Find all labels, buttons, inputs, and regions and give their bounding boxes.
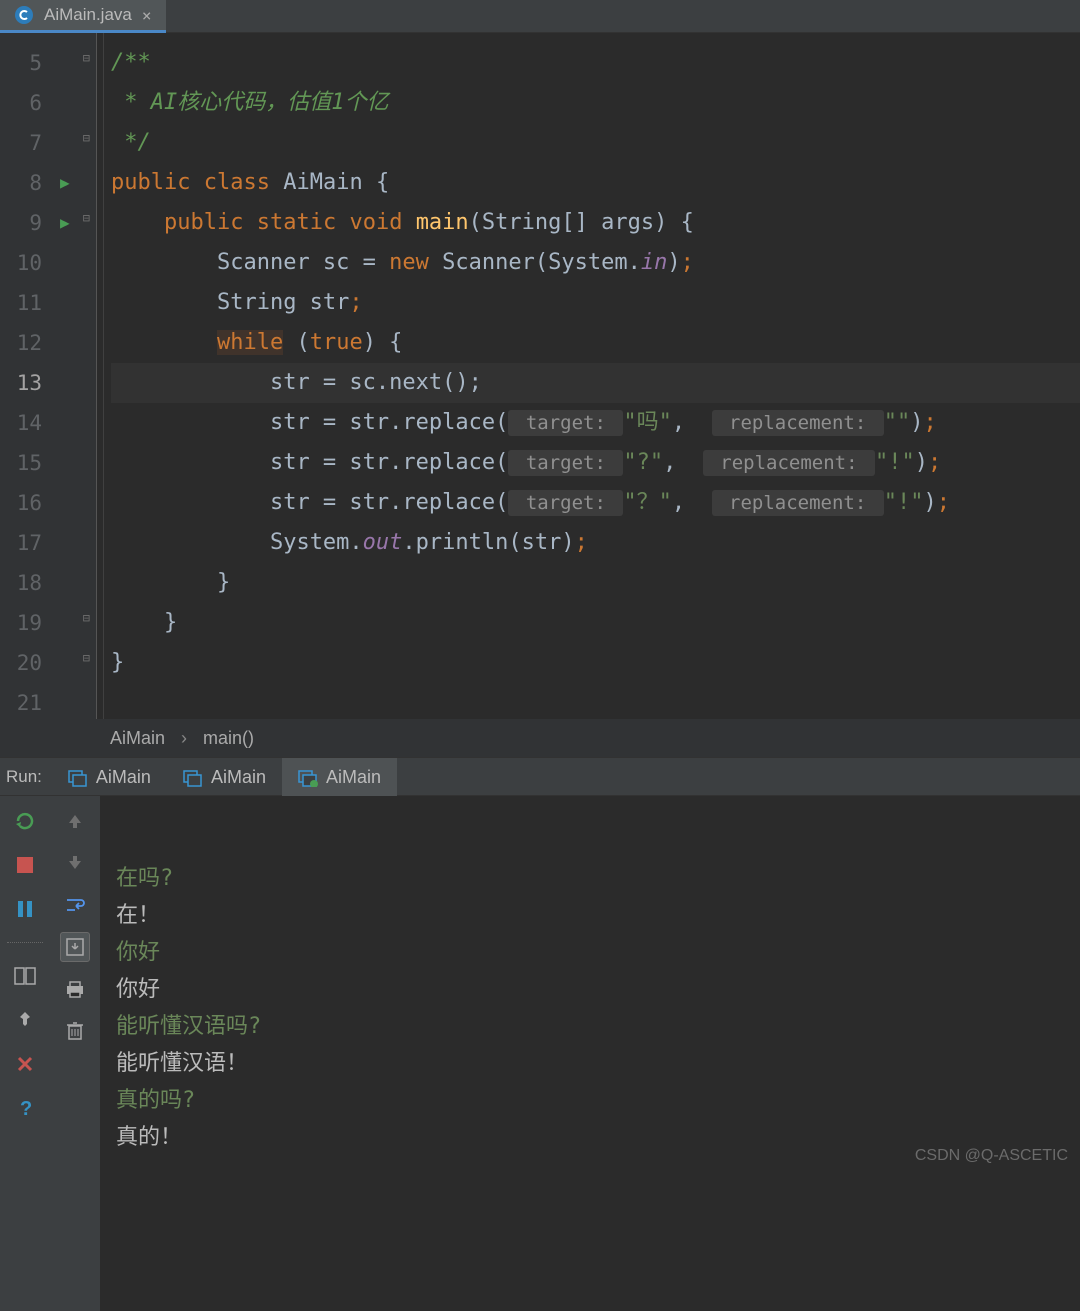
- breadcrumb-item[interactable]: AiMain: [110, 728, 165, 749]
- comment: * AI核心代码，估值1个亿: [111, 90, 388, 115]
- line-number[interactable]: 16: [0, 483, 54, 523]
- run-config-icon: [298, 769, 318, 787]
- param-hint: target:: [508, 450, 623, 476]
- param-hint: replacement:: [712, 490, 884, 516]
- param-hint: replacement:: [712, 410, 884, 436]
- file-tab-label: AiMain.java: [44, 5, 132, 25]
- run-tool-window: ? 在吗?在！你好你好能听懂汉语吗?能听懂汉语！真的吗?真的！: [0, 796, 1080, 1311]
- help-button[interactable]: ?: [10, 1093, 40, 1123]
- fold-open-icon[interactable]: ⊟: [83, 51, 90, 65]
- close-button[interactable]: [10, 1049, 40, 1079]
- line-number[interactable]: 9: [0, 203, 54, 243]
- trash-button[interactable]: [60, 1016, 90, 1046]
- fold-open-icon[interactable]: ⊟: [83, 211, 90, 225]
- console-toolbar: [50, 796, 100, 1311]
- console-line: 在吗?: [116, 860, 1080, 897]
- svg-text:?: ?: [20, 1098, 32, 1118]
- pin-button[interactable]: [10, 1005, 40, 1035]
- line-number[interactable]: 12: [0, 323, 54, 363]
- run-tab-bar: Run: AiMainAiMainAiMain: [0, 757, 1080, 796]
- chevron-right-icon: ›: [181, 728, 187, 749]
- close-icon[interactable]: ×: [142, 6, 152, 25]
- run-label: Run:: [0, 767, 52, 787]
- run-config-icon: [183, 769, 203, 787]
- fold-close-icon[interactable]: ⊟: [83, 131, 90, 145]
- breadcrumb-item[interactable]: main(): [203, 728, 254, 749]
- run-tab[interactable]: AiMain: [52, 758, 167, 797]
- line-number[interactable]: 17: [0, 523, 54, 563]
- param-hint: replacement:: [703, 450, 875, 476]
- line-number[interactable]: 19: [0, 603, 54, 643]
- comment: /**: [111, 50, 151, 75]
- run-tab[interactable]: AiMain: [167, 758, 282, 797]
- file-tab-aimain[interactable]: AiMain.java ×: [0, 0, 166, 33]
- line-number[interactable]: 15: [0, 443, 54, 483]
- run-line-icon[interactable]: ▶: [60, 213, 70, 232]
- line-number-gutter: 56789101112131415161718192021: [0, 33, 54, 719]
- console-line: 你好: [116, 971, 1080, 1008]
- line-number[interactable]: 10: [0, 243, 54, 283]
- separator: [7, 942, 43, 943]
- line-number[interactable]: 13: [0, 363, 54, 403]
- line-number[interactable]: 6: [0, 83, 54, 123]
- editor-area: 56789101112131415161718192021 ⊟ ⊟ ▶ ▶ ⊟ …: [0, 33, 1080, 719]
- soft-wrap-button[interactable]: [60, 890, 90, 920]
- run-tab[interactable]: AiMain: [282, 758, 397, 797]
- run-config-icon: [68, 769, 88, 787]
- run-line-icon[interactable]: ▶: [60, 173, 70, 192]
- line-number[interactable]: 20: [0, 643, 54, 683]
- breadcrumb: AiMain › main(): [0, 719, 1080, 757]
- console-line: 你好: [116, 934, 1080, 971]
- console-line: 能听懂汉语吗?: [116, 1008, 1080, 1045]
- current-line: str = sc.next();: [111, 363, 1080, 403]
- editor-tabs-bar: AiMain.java ×: [0, 0, 1080, 33]
- java-class-file-icon: [14, 5, 34, 25]
- line-number[interactable]: 5: [0, 43, 54, 83]
- line-number[interactable]: 8: [0, 163, 54, 203]
- run-toolbar: ?: [0, 796, 50, 1311]
- line-number[interactable]: 11: [0, 283, 54, 323]
- rerun-button[interactable]: [10, 806, 40, 836]
- line-number[interactable]: 7: [0, 123, 54, 163]
- console-line: 真的吗?: [116, 1082, 1080, 1119]
- line-number[interactable]: 18: [0, 563, 54, 603]
- console-line: 在！: [116, 897, 1080, 934]
- gutter-marks: ⊟ ⊟ ▶ ▶ ⊟ ⊟ ⊟: [54, 33, 96, 719]
- down-arrow-icon[interactable]: [60, 848, 90, 878]
- param-hint: target:: [508, 410, 623, 436]
- stop-button[interactable]: [10, 850, 40, 880]
- fold-close-icon[interactable]: ⊟: [83, 651, 90, 665]
- param-hint: target:: [508, 490, 623, 516]
- print-button[interactable]: [60, 974, 90, 1004]
- pause-button[interactable]: [10, 894, 40, 924]
- layout-button[interactable]: [10, 961, 40, 991]
- watermark-text: CSDN @Q-ASCETIC: [915, 1147, 1068, 1165]
- line-number[interactable]: 21: [0, 683, 54, 723]
- line-number[interactable]: 14: [0, 403, 54, 443]
- scroll-to-end-button[interactable]: [60, 932, 90, 962]
- code-area[interactable]: /** * AI核心代码，估值1个亿 */ public class AiMai…: [96, 33, 1080, 719]
- comment: */: [111, 130, 151, 155]
- console-line: 能听懂汉语！: [116, 1045, 1080, 1082]
- console-output[interactable]: 在吗?在！你好你好能听懂汉语吗?能听懂汉语！真的吗?真的！: [100, 796, 1080, 1311]
- fold-close-icon[interactable]: ⊟: [83, 611, 90, 625]
- up-arrow-icon[interactable]: [60, 806, 90, 836]
